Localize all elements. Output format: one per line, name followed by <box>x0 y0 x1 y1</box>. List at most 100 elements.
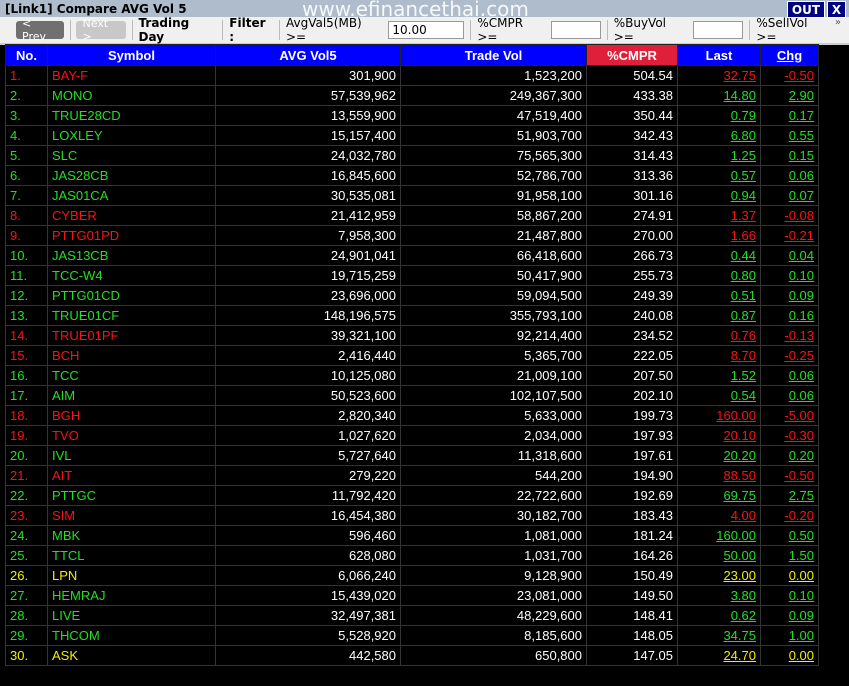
cell-last[interactable]: 160.00 <box>677 525 761 546</box>
close-button[interactable]: X <box>827 1 846 18</box>
chg-link[interactable]: 0.20 <box>789 448 814 463</box>
table-row[interactable]: 11. TCC-W4 19,715,259 50,417,900 255.73 0.80 0… <box>5 265 819 286</box>
chg-link[interactable]: 0.06 <box>789 168 814 183</box>
cell-last[interactable]: 0.79 <box>677 105 761 126</box>
chg-link[interactable]: -0.21 <box>784 228 814 243</box>
last-link[interactable]: 1.66 <box>731 228 756 243</box>
cell-chg[interactable]: 2.75 <box>760 485 819 506</box>
cell-chg[interactable]: 0.10 <box>760 265 819 286</box>
cell-last[interactable]: 1.66 <box>677 225 761 246</box>
cell-chg[interactable]: 0.50 <box>760 525 819 546</box>
table-row[interactable]: 5. SLC 24,032,780 75,565,300 314.43 1.25 0.15 <box>5 145 819 166</box>
cell-chg[interactable]: 0.55 <box>760 125 819 146</box>
cell-last[interactable]: 0.94 <box>677 185 761 206</box>
cell-chg[interactable]: 0.10 <box>760 585 819 606</box>
chg-link[interactable]: 0.10 <box>789 268 814 283</box>
chg-link[interactable]: 0.09 <box>789 608 814 623</box>
cell-chg[interactable]: -0.20 <box>760 505 819 526</box>
cell-last[interactable]: 1.52 <box>677 365 761 386</box>
cell-last[interactable]: 0.44 <box>677 245 761 266</box>
chg-link[interactable]: 0.15 <box>789 148 814 163</box>
table-row[interactable]: 12. PTTG01CD 23,696,000 59,094,500 249.39 0.5… <box>5 285 819 306</box>
table-row[interactable]: 18. BGH 2,820,340 5,633,000 199.73 160.00 -5.0… <box>5 405 819 426</box>
cell-last[interactable]: 23.00 <box>677 565 761 586</box>
chg-link[interactable]: 1.00 <box>789 628 814 643</box>
cell-last[interactable]: 88.50 <box>677 465 761 486</box>
column-header-cmpr[interactable]: %CMPR <box>586 44 678 66</box>
cell-last[interactable]: 24.70 <box>677 645 761 666</box>
last-link[interactable]: 6.80 <box>731 128 756 143</box>
table-row[interactable]: 22. PTTGC 11,792,420 22,722,600 192.69 69.75 2… <box>5 485 819 506</box>
last-link[interactable]: 0.94 <box>731 188 756 203</box>
chg-link[interactable]: 0.50 <box>789 528 814 543</box>
chg-link[interactable]: 0.00 <box>789 648 814 663</box>
cell-chg[interactable]: 0.15 <box>760 145 819 166</box>
last-link[interactable]: 50.00 <box>723 548 756 563</box>
last-link[interactable]: 8.70 <box>731 348 756 363</box>
cell-chg[interactable]: -0.50 <box>760 465 819 486</box>
chg-link[interactable]: -0.30 <box>784 428 814 443</box>
chg-link[interactable]: -0.20 <box>784 508 814 523</box>
last-link[interactable]: 69.75 <box>723 488 756 503</box>
last-link[interactable]: 0.51 <box>731 288 756 303</box>
column-header-trade-vol[interactable]: Trade Vol <box>400 44 587 66</box>
chg-link[interactable]: -0.08 <box>784 208 814 223</box>
cell-chg[interactable]: 0.00 <box>760 565 819 586</box>
cell-last[interactable]: 3.80 <box>677 585 761 606</box>
table-row[interactable]: 1. BAY-F 301,900 1,523,200 504.54 32.75 -0.50 <box>5 65 819 86</box>
table-row[interactable]: 29. THCOM 5,528,920 8,185,600 148.05 34.75 1.0… <box>5 625 819 646</box>
table-row[interactable]: 20. IVL 5,727,640 11,318,600 197.61 20.20 0.20 <box>5 445 819 466</box>
out-button[interactable]: OUT <box>787 1 825 18</box>
cell-chg[interactable]: 0.06 <box>760 385 819 406</box>
cell-chg[interactable]: 0.16 <box>760 305 819 326</box>
last-link[interactable]: 24.70 <box>723 648 756 663</box>
last-link[interactable]: 32.75 <box>723 68 756 83</box>
last-link[interactable]: 3.80 <box>731 588 756 603</box>
cell-last[interactable]: 8.70 <box>677 345 761 366</box>
chg-link[interactable]: -5.00 <box>784 408 814 423</box>
cell-last[interactable]: 20.20 <box>677 445 761 466</box>
table-row[interactable]: 25. TTCL 628,080 1,031,700 164.26 50.00 1.50 <box>5 545 819 566</box>
cell-chg[interactable]: 0.06 <box>760 165 819 186</box>
more-chevron-icon[interactable]: » <box>835 17 841 28</box>
next-button[interactable]: Next > <box>76 17 126 43</box>
cell-last[interactable]: 69.75 <box>677 485 761 506</box>
table-row[interactable]: 8. CYBER 21,412,959 58,867,200 274.91 1.37 -0.… <box>5 205 819 226</box>
table-row[interactable]: 19. TVO 1,027,620 2,034,000 197.93 20.10 -0.30 <box>5 425 819 446</box>
last-link[interactable]: 1.52 <box>731 368 756 383</box>
cell-chg[interactable]: 0.06 <box>760 365 819 386</box>
table-row[interactable]: 27. HEMRAJ 15,439,020 23,081,000 149.50 3.80 0… <box>5 585 819 606</box>
cell-chg[interactable]: 0.20 <box>760 445 819 466</box>
table-row[interactable]: 9. PTTG01PD 7,958,300 21,487,800 270.00 1.66 -… <box>5 225 819 246</box>
cell-chg[interactable]: -0.25 <box>760 345 819 366</box>
table-row[interactable]: 30. ASK 442,580 650,800 147.05 24.70 0.00 <box>5 645 819 666</box>
cell-chg[interactable]: 0.09 <box>760 285 819 306</box>
last-link[interactable]: 0.87 <box>731 308 756 323</box>
chg-link[interactable]: 0.16 <box>789 308 814 323</box>
table-row[interactable]: 24. MBK 596,460 1,081,000 181.24 160.00 0.50 <box>5 525 819 546</box>
cell-chg[interactable]: -0.13 <box>760 325 819 346</box>
cell-chg[interactable]: 1.00 <box>760 625 819 646</box>
avgval-input[interactable] <box>388 21 465 39</box>
last-link[interactable]: 0.62 <box>731 608 756 623</box>
cell-chg[interactable]: -5.00 <box>760 405 819 426</box>
last-link[interactable]: 0.76 <box>731 328 756 343</box>
chg-link[interactable]: 2.90 <box>789 88 814 103</box>
table-row[interactable]: 26. LPN 6,066,240 9,128,900 150.49 23.00 0.00 <box>5 565 819 586</box>
table-row[interactable]: 17. AIM 50,523,600 102,107,500 202.10 0.54 0.0… <box>5 385 819 406</box>
cell-last[interactable]: 4.00 <box>677 505 761 526</box>
last-link[interactable]: 20.10 <box>723 428 756 443</box>
table-row[interactable]: 16. TCC 10,125,080 21,009,100 207.50 1.52 0.06 <box>5 365 819 386</box>
chg-link[interactable]: 0.09 <box>789 288 814 303</box>
cell-chg[interactable]: 1.50 <box>760 545 819 566</box>
buyvol-input[interactable] <box>693 21 744 39</box>
cell-last[interactable]: 0.54 <box>677 385 761 406</box>
last-link[interactable]: 20.20 <box>723 448 756 463</box>
cell-chg[interactable]: 2.90 <box>760 85 819 106</box>
last-link[interactable]: 4.00 <box>731 508 756 523</box>
table-row[interactable]: 6. JAS28CB 16,845,600 52,786,700 313.36 0.57 0… <box>5 165 819 186</box>
cell-chg[interactable]: 0.17 <box>760 105 819 126</box>
cell-chg[interactable]: 0.00 <box>760 645 819 666</box>
chg-link[interactable]: -0.13 <box>784 328 814 343</box>
table-row[interactable]: 14. TRUE01PF 39,321,100 92,214,400 234.52 0.7… <box>5 325 819 346</box>
